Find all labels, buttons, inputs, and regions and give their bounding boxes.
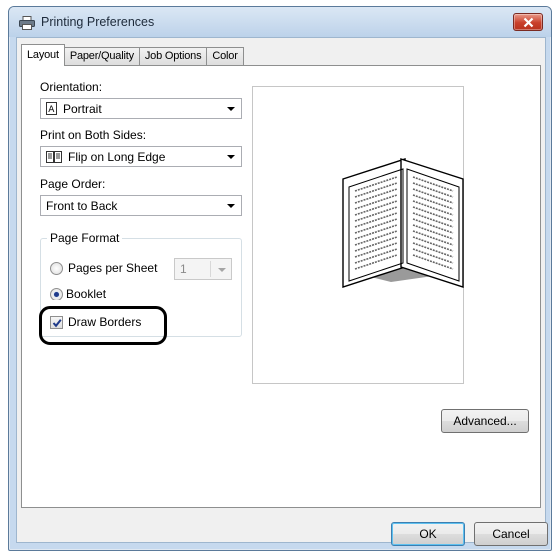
tab-strip: Layout Paper/Quality Job Options Color	[21, 44, 244, 66]
tab-job-options[interactable]: Job Options	[138, 47, 208, 66]
booklet-row: Booklet	[44, 286, 164, 300]
booklet-label: Booklet	[66, 287, 107, 300]
printer-icon	[19, 16, 35, 30]
pages-per-sheet-label: Pages per Sheet	[68, 261, 158, 275]
duplex-label: Print on Both Sides:	[40, 128, 147, 142]
pages-per-sheet-select[interactable]: 1	[174, 258, 232, 280]
window-title: Printing Preferences	[41, 15, 155, 29]
tab-color[interactable]: Color	[206, 47, 244, 66]
ok-button[interactable]: OK	[391, 522, 465, 546]
booklet-preview-icon	[342, 158, 464, 288]
svg-text:A: A	[48, 105, 55, 115]
tab-layout[interactable]: Layout	[21, 44, 65, 66]
page-order-label: Page Order:	[40, 177, 106, 191]
duplex-value: Flip on Long Edge	[68, 149, 166, 164]
duplex-dropdown[interactable]: Flip on Long Edge	[40, 146, 242, 167]
flip-long-edge-icon	[46, 150, 62, 163]
chevron-down-icon	[227, 155, 235, 159]
portrait-page-icon: A	[46, 102, 57, 116]
pages-per-sheet-value: 1	[180, 262, 187, 276]
pages-per-sheet-radio[interactable]	[50, 262, 63, 275]
spin-divider	[210, 261, 211, 277]
close-button[interactable]	[513, 13, 543, 31]
close-icon	[523, 17, 534, 28]
chevron-down-icon	[227, 107, 235, 111]
chevron-down-icon	[227, 204, 235, 208]
page-order-value: Front to Back	[46, 198, 118, 213]
booklet-radio[interactable]	[50, 288, 63, 300]
title-bar: Printing Preferences	[9, 7, 551, 37]
chevron-down-icon	[218, 268, 226, 272]
page-order-dropdown[interactable]: Front to Back	[40, 195, 242, 216]
orientation-label: Orientation:	[40, 80, 103, 94]
orientation-value: Portrait	[63, 101, 102, 116]
layout-preview	[252, 86, 464, 384]
tab-paper-quality[interactable]: Paper/Quality	[63, 47, 140, 66]
cancel-button[interactable]: Cancel	[474, 522, 548, 546]
highlight-ring	[39, 306, 167, 345]
orientation-dropdown[interactable]: A Portrait	[40, 98, 242, 119]
page-format-title: Page Format	[47, 231, 123, 245]
advanced-button[interactable]: Advanced...	[441, 409, 529, 433]
